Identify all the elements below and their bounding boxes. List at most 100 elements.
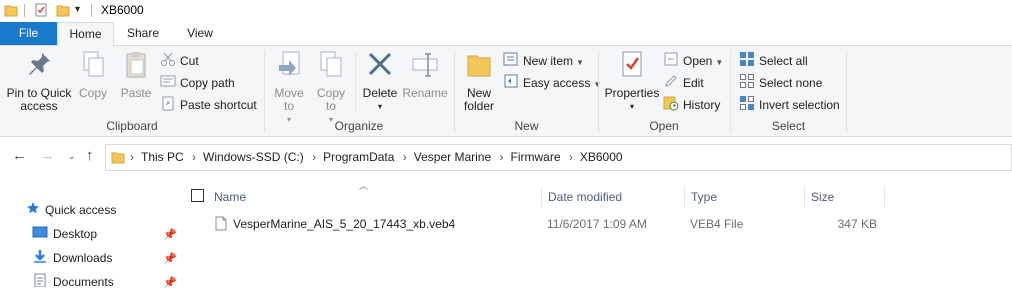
paste-icon — [117, 50, 155, 83]
window-title: XB6000 — [101, 3, 144, 17]
easy-access-button[interactable]: Easy access▼ — [503, 73, 601, 93]
tab-file[interactable]: File — [0, 22, 57, 45]
nav-item-downloads[interactable]: Downloads — [32, 248, 112, 268]
breadcrumb-xb6000[interactable]: XB6000 — [580, 150, 623, 164]
easy-access-icon — [503, 73, 519, 95]
cut-label: Cut — [180, 54, 199, 69]
paste-label: Paste — [120, 86, 152, 100]
pin-icon[interactable]: 📌 — [163, 252, 177, 265]
back-arrow-icon[interactable]: ← — [12, 147, 27, 164]
breadcrumb-chevron-icon[interactable]: › — [130, 150, 134, 164]
group-separator — [846, 50, 847, 133]
open-button[interactable]: Open ▼ — [663, 51, 723, 71]
folder-icon — [111, 150, 125, 167]
copy-to-label: Copy to — [316, 86, 345, 113]
column-header-date-modified[interactable]: Date modified — [542, 187, 685, 207]
edit-icon — [663, 73, 679, 95]
breadcrumb-vesper-marine[interactable]: Vesper Marine — [414, 150, 491, 164]
desktop-folder-icon — [32, 225, 48, 245]
breadcrumb-chevron-icon[interactable]: › — [312, 150, 316, 164]
select-all-button[interactable]: Select all — [739, 51, 808, 71]
breadcrumb-chevron-icon[interactable]: › — [192, 150, 196, 164]
copy-button[interactable]: Copy — [76, 50, 110, 100]
paste-shortcut-label: Paste shortcut — [180, 98, 257, 113]
tab-share[interactable]: Share — [114, 22, 172, 45]
history-icon — [663, 95, 679, 117]
title-separator — [24, 4, 25, 17]
move-to-icon — [269, 50, 309, 83]
file-size: 347 KB — [837, 217, 877, 231]
edit-button[interactable]: Edit — [663, 73, 704, 93]
file-date-modified: 11/6/2017 1:09 AM — [547, 217, 647, 231]
tab-view[interactable]: View — [172, 22, 228, 45]
select-none-button[interactable]: Select none — [739, 73, 822, 93]
breadcrumb-firmware[interactable]: Firmware — [511, 150, 561, 164]
rename-button[interactable]: Rename — [402, 50, 448, 100]
new-folder-quick-icon[interactable] — [56, 3, 70, 20]
select-group: Select all Select none Invert selection … — [731, 46, 846, 137]
history-button[interactable]: History — [663, 95, 720, 115]
column-header-type[interactable]: Type — [685, 187, 805, 207]
delete-label: Delete — [362, 86, 398, 100]
column-header-size[interactable]: Size — [805, 187, 885, 207]
copy-to-button[interactable]: Copy to ▾ — [311, 50, 351, 126]
folder-icon — [4, 3, 18, 20]
copy-icon — [76, 50, 110, 83]
forward-arrow-icon[interactable]: → — [40, 147, 55, 164]
breadcrumb-chevron-icon[interactable]: › — [500, 150, 504, 164]
pin-icon[interactable]: 📌 — [163, 228, 177, 241]
select-all-checkbox[interactable] — [191, 189, 204, 202]
open-label: Open — [683, 54, 713, 69]
nav-item-documents[interactable]: Documents — [32, 272, 114, 292]
nav-label-quick-access: Quick access — [45, 203, 117, 217]
breadcrumb-drive[interactable]: Windows-SSD (C:) — [203, 150, 304, 164]
pin-icon[interactable]: 📌 — [163, 276, 177, 289]
column-header-name[interactable]: Name — [208, 187, 542, 207]
select-all-icon — [739, 51, 755, 73]
delete-button[interactable]: Delete ▾ — [359, 50, 401, 113]
properties-quick-icon[interactable] — [34, 3, 48, 20]
downloads-folder-icon — [32, 249, 48, 269]
new-item-button[interactable]: New item ▼ — [503, 51, 584, 71]
breadcrumb-chevron-icon[interactable]: › — [403, 150, 407, 164]
breadcrumb-this-pc[interactable]: This PC — [141, 150, 184, 164]
nav-item-desktop[interactable]: Desktop — [32, 224, 97, 244]
new-item-icon — [503, 51, 519, 73]
edit-label: Edit — [683, 76, 704, 91]
easy-access-label: Easy access — [523, 76, 591, 91]
pin-to-quick-access-button[interactable]: Pin to Quick access — [4, 50, 74, 113]
copy-path-icon — [160, 73, 176, 95]
paste-button[interactable]: Paste — [117, 50, 155, 100]
file-icon — [215, 216, 227, 238]
nav-label-downloads: Downloads — [53, 251, 113, 265]
recent-locations-chevron-icon[interactable]: ⌄ — [68, 151, 76, 162]
delete-x-icon — [359, 50, 401, 83]
new-folder-button[interactable]: New folder — [459, 50, 499, 113]
table-row[interactable]: VesperMarine_AIS_5_20_17443_xb.veb4 11/6… — [183, 213, 883, 235]
cut-button[interactable]: Cut — [160, 51, 199, 71]
invert-selection-button[interactable]: Invert selection — [739, 95, 840, 115]
copy-path-label: Copy path — [180, 76, 235, 91]
button-separator — [355, 52, 356, 112]
ribbon: Pin to Quick access Copy Paste Cut Copy … — [0, 45, 1012, 137]
new-group: New folder New item▼ Easy access▼ New — [455, 46, 601, 137]
breadcrumb: › This PC › Windows-SSD (C:) › ProgramData … — [130, 150, 628, 164]
pin-label: Pin to Quick access — [6, 86, 72, 113]
nav-item-quick-access[interactable]: Quick access — [26, 200, 116, 220]
file-type: VEB4 File — [690, 217, 744, 231]
breadcrumb-chevron-icon[interactable]: › — [569, 150, 573, 164]
organize-group-label: Organize — [334, 119, 384, 133]
properties-button[interactable]: Properties ▾ — [603, 50, 661, 113]
copy-path-button[interactable]: Copy path — [160, 73, 235, 93]
up-arrow-icon[interactable]: ↑ — [86, 147, 94, 164]
paste-shortcut-button[interactable]: Paste shortcut — [160, 95, 257, 115]
invert-selection-label: Invert selection — [759, 98, 840, 113]
breadcrumb-programdata[interactable]: ProgramData — [323, 150, 394, 164]
customize-toolbar-icon[interactable]: ▾ — [75, 4, 80, 15]
star-icon — [26, 201, 40, 221]
move-to-button[interactable]: Move to ▾ — [269, 50, 309, 126]
tab-home[interactable]: Home — [57, 22, 114, 46]
address-box[interactable]: › This PC › Windows-SSD (C:) › ProgramData … — [105, 144, 1012, 171]
chevron-down-icon: ▼ — [715, 58, 724, 68]
new-item-label: New item — [523, 54, 574, 69]
